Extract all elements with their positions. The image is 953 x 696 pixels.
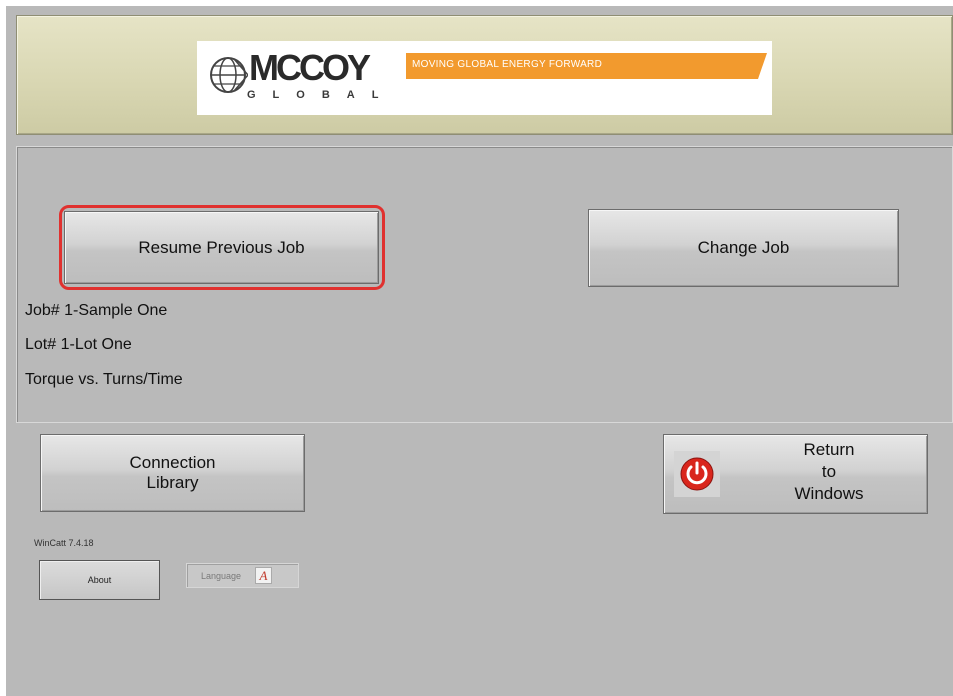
header-banner: MCCOY GLOBAL MOVING GLOBAL ENERGY FORWAR… — [16, 15, 953, 135]
return-label-3: Windows — [794, 484, 864, 503]
connection-library-label-2: Library — [146, 473, 199, 492]
app-window: MCCOY GLOBAL MOVING GLOBAL ENERGY FORWAR… — [6, 6, 953, 696]
logo-subtitle: GLOBAL — [247, 89, 396, 101]
return-label-2: to — [821, 462, 837, 481]
return-label-1: Return — [803, 440, 855, 459]
connection-library-label-1: Connection — [129, 453, 216, 472]
about-label: About — [87, 575, 112, 585]
globe-logo-icon — [210, 57, 248, 93]
version-label: WinCatt 7.4.18 — [34, 538, 94, 548]
lot-number: Lot# 1-Lot One — [25, 336, 132, 353]
return-to-windows-button[interactable]: Return to Windows — [663, 434, 928, 514]
language-icon: A — [255, 567, 272, 584]
logo-wordmark: MCCOY — [249, 47, 371, 88]
job-number: Job# 1-Sample One — [25, 302, 168, 319]
selection-highlight — [59, 205, 385, 290]
logo-tagline: MOVING GLOBAL ENERGY FORWARD — [412, 59, 603, 70]
change-job-label: Change Job — [697, 238, 790, 257]
language-label: Language — [201, 571, 242, 581]
connection-library-button[interactable]: Connection Library — [40, 434, 305, 512]
mccoy-logo: MCCOY GLOBAL MOVING GLOBAL ENERGY FORWAR… — [197, 41, 772, 115]
about-button[interactable]: About — [39, 560, 160, 600]
return-to-windows-text: Return to Windows — [734, 439, 924, 505]
graph-mode: Torque vs. Turns/Time — [25, 371, 183, 388]
change-job-button[interactable]: Change Job — [588, 209, 899, 287]
power-icon — [674, 451, 720, 497]
language-button[interactable]: Language A — [186, 563, 299, 588]
